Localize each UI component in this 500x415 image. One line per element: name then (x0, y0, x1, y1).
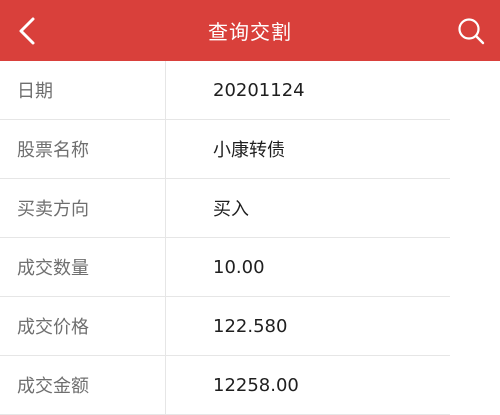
right-margin (450, 61, 500, 413)
search-button[interactable] (454, 12, 488, 50)
detail-row-price: 成交价格 122.580 (0, 297, 450, 356)
detail-row-direction: 买卖方向 买入 (0, 179, 450, 238)
detail-row-stock-name: 股票名称 小康转债 (0, 120, 450, 179)
back-button[interactable] (10, 12, 44, 50)
chevron-left-icon (19, 17, 35, 45)
detail-row-date: 日期 20201124 (0, 61, 450, 120)
trade-detail-table: 日期 20201124 股票名称 小康转债 买卖方向 买入 成交数量 10.00… (0, 61, 450, 415)
row-label: 成交数量 (0, 238, 166, 296)
row-value: 20201124 (213, 79, 305, 101)
row-label: 成交金额 (0, 356, 166, 414)
top-bar: 查询交割 (0, 0, 500, 61)
row-label: 股票名称 (0, 120, 166, 178)
row-value: 小康转债 (213, 140, 285, 161)
row-label: 日期 (0, 61, 166, 119)
page-title: 查询交割 (208, 20, 292, 44)
detail-row-quantity: 成交数量 10.00 (0, 238, 450, 297)
row-label: 成交价格 (0, 297, 166, 355)
row-label: 买卖方向 (0, 179, 166, 237)
row-value: 买入 (213, 199, 249, 220)
detail-row-amount: 成交金额 12258.00 (0, 356, 450, 415)
row-value: 12258.00 (213, 374, 299, 396)
search-icon (458, 18, 485, 45)
row-value: 122.580 (213, 315, 288, 337)
row-value: 10.00 (213, 256, 265, 278)
